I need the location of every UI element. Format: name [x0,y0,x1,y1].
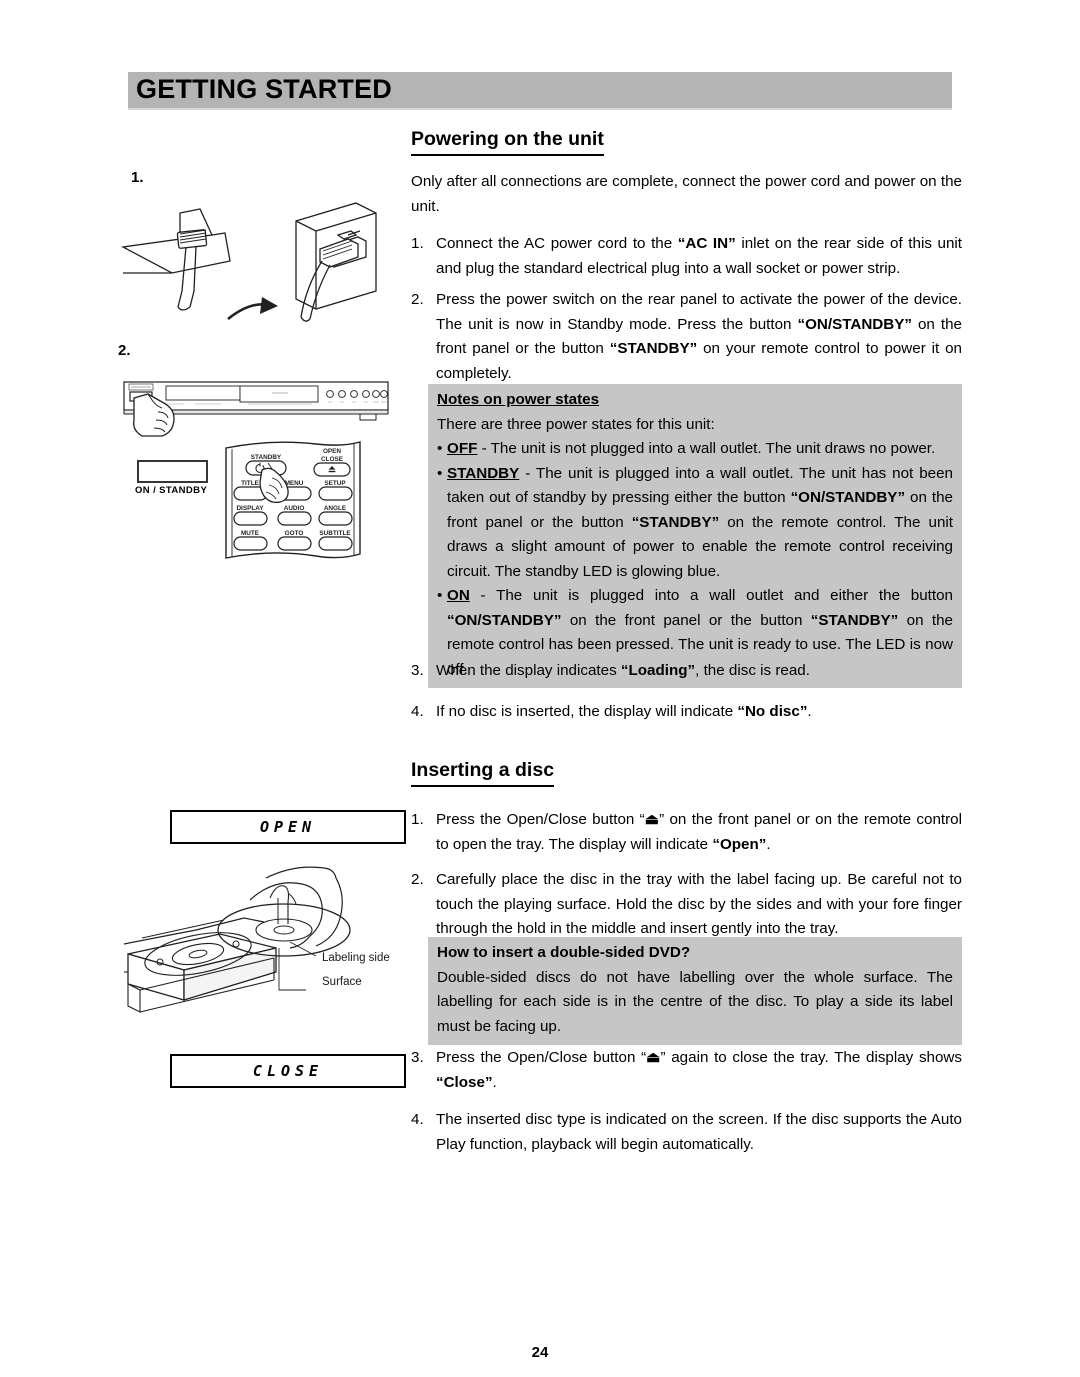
display-open-text: OPEN [259,818,317,836]
power-state-bullet-standby: • STANDBY - The unit is plugged into a w… [437,462,953,585]
power-state-standby-bold-a: “ON/STANDBY” [790,489,906,506]
svg-text:MUTE: MUTE [241,530,260,537]
inserting-step-4: 4. The inserted disc type is indicated o… [411,1108,962,1157]
callout-surface: Surface [322,976,362,988]
display-close-text: CLOSE [252,1062,324,1080]
page-title: GETTING STARTED [136,74,392,104]
inserting-step-1-bold-a: “Open” [712,835,767,853]
svg-text:DISPLAY: DISPLAY [236,505,264,512]
powering-step-4: 4. If no disc is inserted, the display w… [411,700,962,725]
section-heading-powering: Powering on the unit [411,128,604,156]
powering-step-3-body: When the display indicates “Loading”, th… [436,659,962,684]
notes-on-power-states-box: Notes on power states There are three po… [428,384,962,688]
display-open-box: OPEN [170,810,406,844]
notes-power-states-lead: There are three power states for this un… [437,415,715,433]
svg-text:SUBTITLE: SUBTITLE [319,530,351,537]
svg-text:AUDIO: AUDIO [284,505,305,512]
powering-step-4-bold-a: “No disc” [737,703,808,720]
inserting-step-2-number: 2. [411,871,424,888]
double-sided-dvd-note-box: How to insert a double-sided DVD? Double… [428,937,962,1045]
power-state-off-text: OFF - The unit is not plugged into a wal… [447,437,953,462]
powering-step-3: 3. When the display indicates “Loading”,… [411,659,962,684]
powering-step-2-bold-b: “STANDBY” [609,340,698,357]
power-state-on-desc-b: on the front panel or the button [561,611,811,629]
svg-text:SETUP: SETUP [324,480,346,487]
powering-step-3-text-b: , the disc is read. [695,662,810,679]
svg-text:ANGLE: ANGLE [324,505,347,512]
power-state-standby-text: STANDBY - The unit is plugged into a wal… [447,462,953,585]
svg-text:CLOSE: CLOSE [321,456,344,463]
svg-text:TITLE: TITLE [241,480,259,487]
powering-step-3-bold-a: “Loading” [620,662,696,679]
powering-intro-text: Only after all connections are complete,… [411,173,962,215]
inserting-step-3: 3. Press the Open/Close button “⏏” again… [411,1046,962,1095]
powering-step-1-bold-a: “AC IN” [677,235,736,252]
bullet-dot-icon: • [437,587,443,604]
powering-step-4-number: 4. [411,703,424,720]
power-state-on-desc-a: - The unit is plugged into a wall outlet… [469,587,953,604]
figure-step-1-label: 1. [131,169,144,186]
bullet-dot-icon: • [437,440,443,457]
powering-step-2-body: Press the power switch on the rear panel… [436,288,962,386]
eject-glyph-icon: ⏏ [644,811,660,828]
figure-step-2-label: 2. [118,342,131,359]
inserting-step-3-number: 3. [411,1049,424,1066]
inserting-step-3-text-a: Press the Open/Close button “ [436,1049,647,1066]
powering-step-2-bold-a: “ON/STANDBY” [797,315,912,333]
powering-step-1-text-a: Connect the AC power cord to the [436,235,678,252]
notes-power-states-title: Notes on power states [437,391,600,408]
svg-text:OPEN: OPEN [323,448,341,455]
powering-step-1-number: 1. [411,235,424,252]
on-standby-button-label: ON / STANDBY [135,485,208,496]
page-number: 24 [531,1344,549,1361]
powering-step-3-number: 3. [411,662,424,679]
on-standby-button-outline [137,460,208,483]
figure-power-cord-to-outlet [120,195,390,335]
callout-labeling-side: Labeling side [322,952,390,964]
eject-glyph-icon: ⏏ [646,1049,661,1066]
display-close-box: CLOSE [170,1054,406,1088]
powering-step-4-text-a: If no disc is inserted, the display will… [436,703,738,720]
power-state-off-label: OFF [447,440,478,457]
inserting-step-1-number: 1. [411,811,424,828]
inserting-step-1-body: Press the Open/Close button “⏏” on the f… [436,808,962,857]
powering-step-4-body: If no disc is inserted, the display will… [436,700,962,725]
power-state-standby-bold-b: “STANDBY” [631,513,720,531]
power-state-bullet-off: • OFF - The unit is not plugged into a w… [437,437,953,462]
bullet-dot-icon: • [437,464,443,482]
figure-disc-tray-insert [123,862,404,1027]
power-state-on-label: ON [447,587,470,604]
powering-step-2-number: 2. [411,291,424,308]
power-state-on-bold-b: “STANDBY” [810,611,899,629]
double-sided-dvd-title: How to insert a double-sided DVD? [437,944,691,961]
inserting-step-3-bold-a: “Close” [436,1073,493,1091]
powering-intro-paragraph: Only after all connections are complete,… [411,170,962,219]
powering-step-1: 1. Connect the AC power cord to the “AC … [411,232,962,281]
inserting-step-3-body: Press the Open/Close button “⏏” again to… [436,1046,962,1095]
inserting-step-1-text-c: . [766,835,771,853]
svg-text:STANDBY: STANDBY [251,454,282,461]
figure-remote-control: STANDBY OPEN CLOSE TITLE MENU SETUP DISP… [212,438,372,563]
inserting-step-1: 1. Press the Open/Close button “⏏” on th… [411,808,962,857]
powering-step-3-text-a: When the display indicates [436,662,621,679]
powering-step-1-body: Connect the AC power cord to the “AC IN”… [436,232,962,281]
power-state-off-desc: - The unit is not plugged into a wall ou… [477,440,936,457]
inserting-step-2: 2. Carefully place the disc in the tray … [411,868,962,942]
inserting-step-4-number: 4. [411,1111,424,1128]
powering-step-4-text-b: . [807,703,812,720]
power-state-on-bold-a: “ON/STANDBY” [447,611,562,629]
figure-front-panel-with-hand [122,378,392,440]
inserting-step-2-body: Carefully place the disc in the tray wit… [436,871,962,937]
inserting-step-1-text-a: Press the Open/Close button “ [436,811,645,828]
powering-step-2: 2. Press the power switch on the rear pa… [411,288,962,386]
inserting-step-3-text-c: . [492,1073,497,1091]
svg-text:GOTO: GOTO [285,530,304,537]
power-state-standby-label: STANDBY [447,464,520,482]
inserting-step-3-text-b: ” again to close the tray. The display s… [660,1049,963,1066]
section-heading-inserting: Inserting a disc [411,759,555,787]
inserting-step-4-body: The inserted disc type is indicated on t… [436,1111,962,1153]
double-sided-dvd-body: Double-sided discs do not have labelling… [437,968,953,1035]
